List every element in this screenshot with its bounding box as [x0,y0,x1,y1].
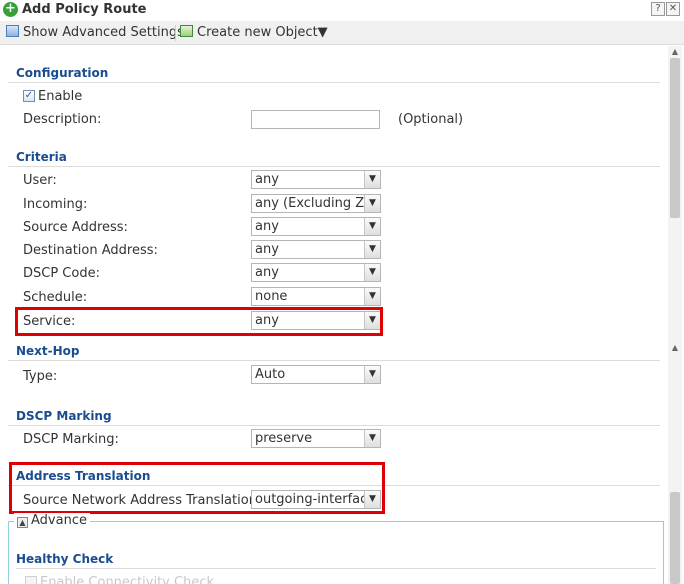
show-advanced-settings-label: Show Advanced Settings [23,25,184,40]
chevron-down-icon: ▼ [364,171,380,188]
chevron-down-icon: ▼ [364,218,380,235]
advance-legend-label: Advance [31,513,87,528]
section-divider [8,82,660,83]
next-hop-type-label: Type: [23,369,58,384]
dscp-code-label: DSCP Code: [23,266,100,281]
dscp-marking-label: DSCP Marking: [23,432,119,447]
chevron-down-icon: ▼ [364,366,380,383]
enable-connectivity-check-checkbox[interactable] [25,576,37,584]
next-hop-heading: Next-Hop [16,344,80,358]
incoming-label: Incoming: [23,197,88,212]
schedule-label: Schedule: [23,290,88,305]
plus-circle-icon: + [3,2,18,17]
user-label: User: [23,173,57,188]
next-hop-type-select-value: Auto [255,367,286,382]
description-label: Description: [23,112,102,127]
criteria-heading: Criteria [16,150,67,164]
destination-address-label: Destination Address: [23,243,158,258]
chevron-down-icon: ▼ [364,288,380,305]
collapse-icon: ▲ [17,517,28,528]
section-divider [16,568,656,569]
section-divider [8,425,660,426]
toolbar-divider [175,25,176,41]
section-divider [8,360,660,361]
destination-address-select[interactable]: any ▼ [251,240,381,259]
next-hop-type-select[interactable]: Auto ▼ [251,365,381,384]
destination-address-select-value: any [255,242,279,257]
chevron-down-icon: ▼ [364,430,380,447]
description-input[interactable] [251,110,380,129]
toolbar: Show Advanced Settings Create new Object… [0,21,684,45]
source-address-select[interactable]: any ▼ [251,217,381,236]
incoming-select[interactable]: any (Excluding ZyW ▼ [251,194,381,213]
user-select[interactable]: any ▼ [251,170,381,189]
configuration-heading: Configuration [16,66,109,80]
settings-panel-icon [6,25,19,37]
dialog-title: Add Policy Route [22,2,147,17]
chevron-down-icon: ▼ [364,264,380,281]
chevron-down-icon: ▼ [364,195,380,212]
show-advanced-settings-button[interactable]: Show Advanced Settings [6,24,184,42]
scrollbar-thumb[interactable] [670,492,680,584]
close-icon[interactable]: ✕ [666,2,680,16]
dscp-marking-select[interactable]: preserve ▼ [251,429,381,448]
chevron-down-icon: ▼ [364,241,380,258]
help-icon[interactable]: ? [651,2,665,16]
dscp-marking-heading: DSCP Marking [16,409,112,423]
enable-checkbox[interactable]: ✓ [23,90,35,102]
enable-connectivity-check-label: Enable Connectivity Check [40,575,214,584]
form-content: Configuration ✓ Enable Description: (Opt… [0,46,668,584]
schedule-select-value: none [255,289,288,304]
enable-label: Enable [38,89,83,104]
dialog-titlebar: + Add Policy Route ? ✕ [0,0,684,20]
service-highlight-box [15,307,383,336]
scroll-up-icon[interactable]: ▲ [668,342,682,354]
scrollbar-thumb[interactable] [670,58,680,218]
scroll-up-icon[interactable]: ▲ [668,46,682,58]
create-new-object-button[interactable]: Create new Object▼ [180,24,328,42]
source-address-select-value: any [255,219,279,234]
incoming-select-value: any (Excluding ZyW [255,196,365,211]
schedule-select[interactable]: none ▼ [251,287,381,306]
user-select-value: any [255,172,279,187]
dscp-code-select-value: any [255,265,279,280]
object-icon [180,25,193,37]
healthy-check-heading: Healthy Check [16,552,114,566]
source-address-label: Source Address: [23,220,128,235]
vertical-scrollbar[interactable]: ▲ ▲ [668,46,682,584]
dscp-code-select[interactable]: any ▼ [251,263,381,282]
address-translation-highlight-box [9,462,385,514]
create-new-object-label: Create new Object▼ [197,25,328,40]
dscp-marking-select-value: preserve [255,431,313,446]
optional-hint: (Optional) [398,112,464,127]
section-divider [8,166,660,167]
advance-toggle[interactable]: ▲ Advance [14,513,90,529]
